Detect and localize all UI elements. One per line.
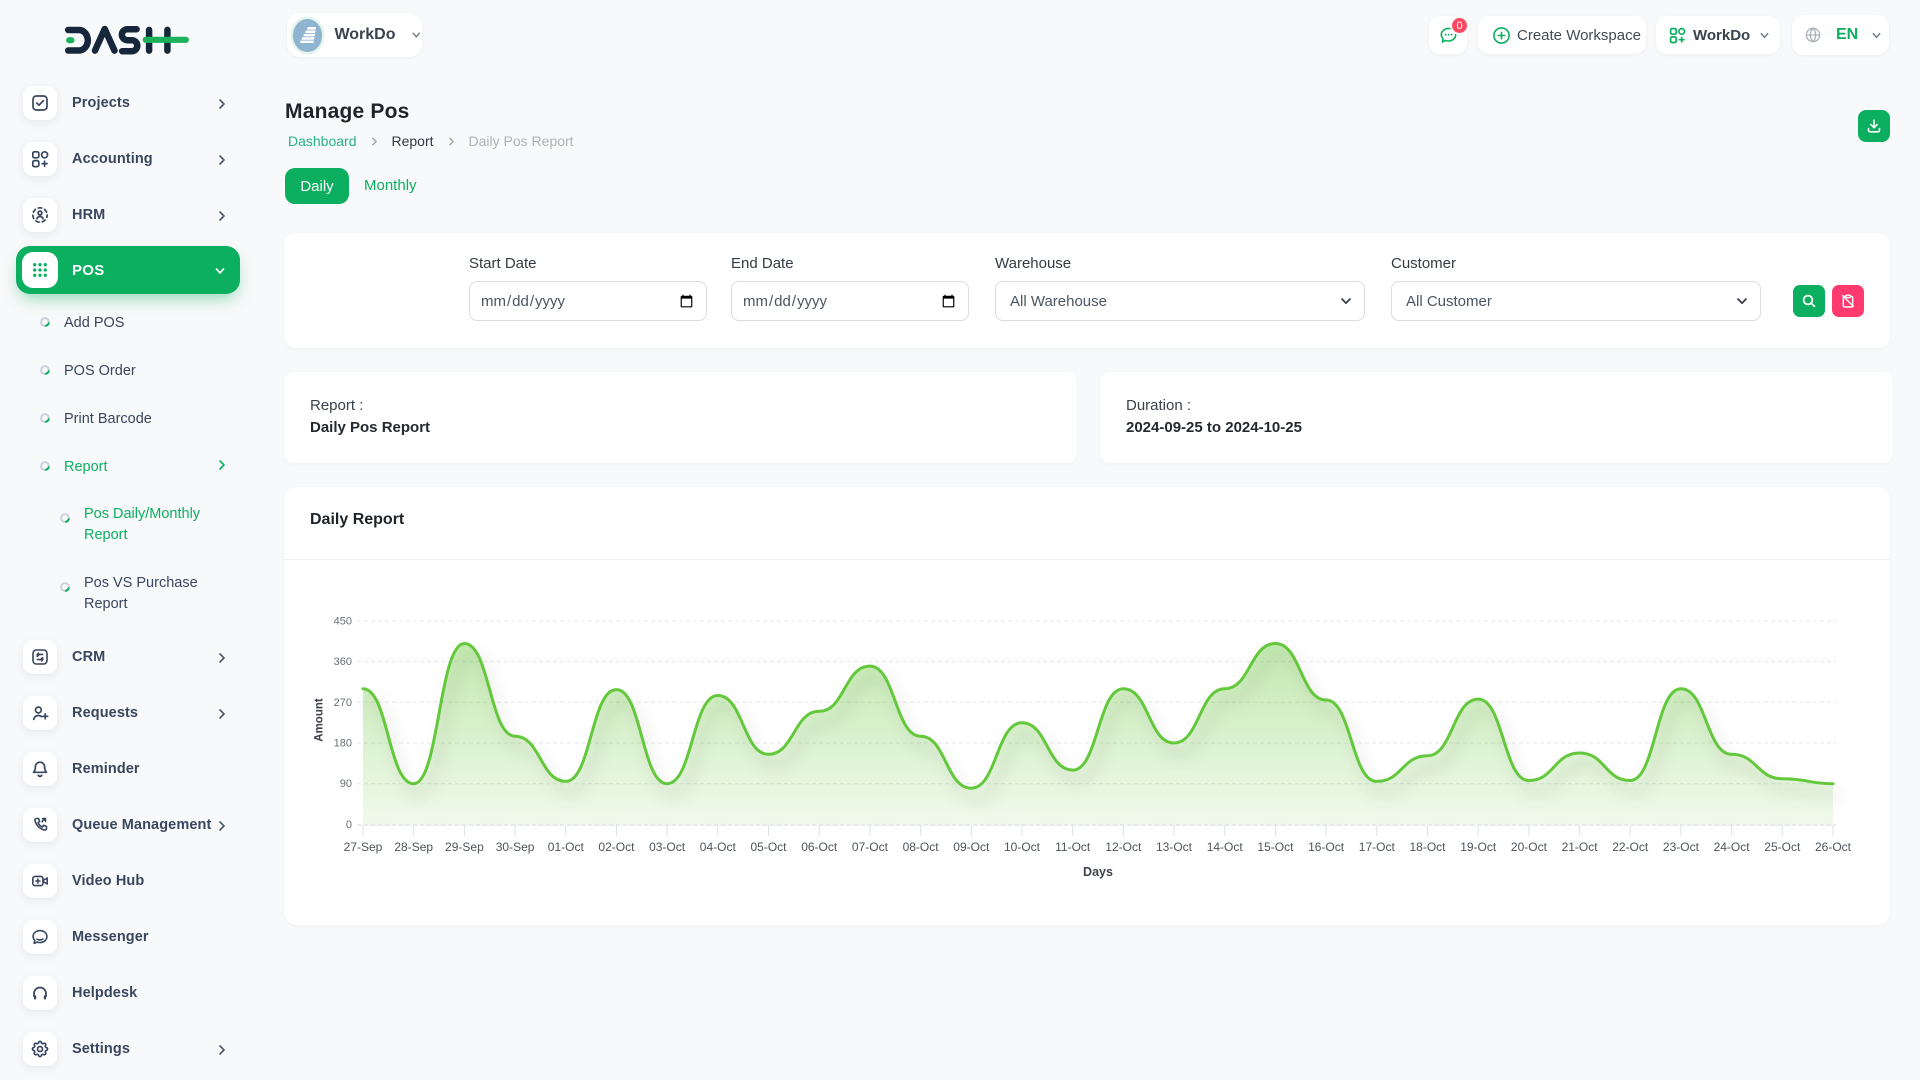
- svg-text:18-Oct: 18-Oct: [1409, 840, 1446, 854]
- svg-text:02-Oct: 02-Oct: [598, 840, 635, 854]
- svg-text:09-Oct: 09-Oct: [953, 840, 990, 854]
- svg-text:19-Oct: 19-Oct: [1460, 840, 1497, 854]
- svg-text:30-Sep: 30-Sep: [496, 840, 535, 854]
- svg-text:05-Oct: 05-Oct: [750, 840, 787, 854]
- svg-text:25-Oct: 25-Oct: [1764, 840, 1801, 854]
- svg-text:Amount: Amount: [314, 698, 326, 742]
- svg-text:17-Oct: 17-Oct: [1359, 840, 1396, 854]
- svg-text:16-Oct: 16-Oct: [1308, 840, 1345, 854]
- svg-text:20-Oct: 20-Oct: [1511, 840, 1548, 854]
- svg-text:270: 270: [334, 697, 352, 709]
- svg-text:06-Oct: 06-Oct: [801, 840, 838, 854]
- svg-text:13-Oct: 13-Oct: [1156, 840, 1193, 854]
- svg-text:27-Sep: 27-Sep: [344, 840, 383, 854]
- svg-text:Days: Days: [1083, 865, 1113, 879]
- svg-text:0: 0: [346, 819, 352, 831]
- svg-text:22-Oct: 22-Oct: [1612, 840, 1649, 854]
- svg-text:28-Sep: 28-Sep: [394, 840, 433, 854]
- svg-text:29-Sep: 29-Sep: [445, 840, 484, 854]
- svg-text:14-Oct: 14-Oct: [1207, 840, 1244, 854]
- svg-text:24-Oct: 24-Oct: [1714, 840, 1751, 854]
- svg-text:12-Oct: 12-Oct: [1105, 840, 1142, 854]
- svg-text:360: 360: [334, 656, 352, 668]
- svg-text:01-Oct: 01-Oct: [548, 840, 585, 854]
- svg-text:23-Oct: 23-Oct: [1663, 840, 1700, 854]
- svg-text:26-Oct: 26-Oct: [1815, 840, 1852, 854]
- svg-text:11-Oct: 11-Oct: [1055, 840, 1091, 854]
- svg-text:10-Oct: 10-Oct: [1004, 840, 1041, 854]
- svg-text:450: 450: [334, 615, 352, 627]
- svg-text:15-Oct: 15-Oct: [1257, 840, 1294, 854]
- svg-text:03-Oct: 03-Oct: [649, 840, 686, 854]
- svg-text:21-Oct: 21-Oct: [1562, 840, 1599, 854]
- svg-text:90: 90: [340, 778, 352, 790]
- svg-text:08-Oct: 08-Oct: [903, 840, 940, 854]
- svg-text:07-Oct: 07-Oct: [852, 840, 889, 854]
- svg-text:04-Oct: 04-Oct: [700, 840, 737, 854]
- svg-text:180: 180: [334, 738, 352, 750]
